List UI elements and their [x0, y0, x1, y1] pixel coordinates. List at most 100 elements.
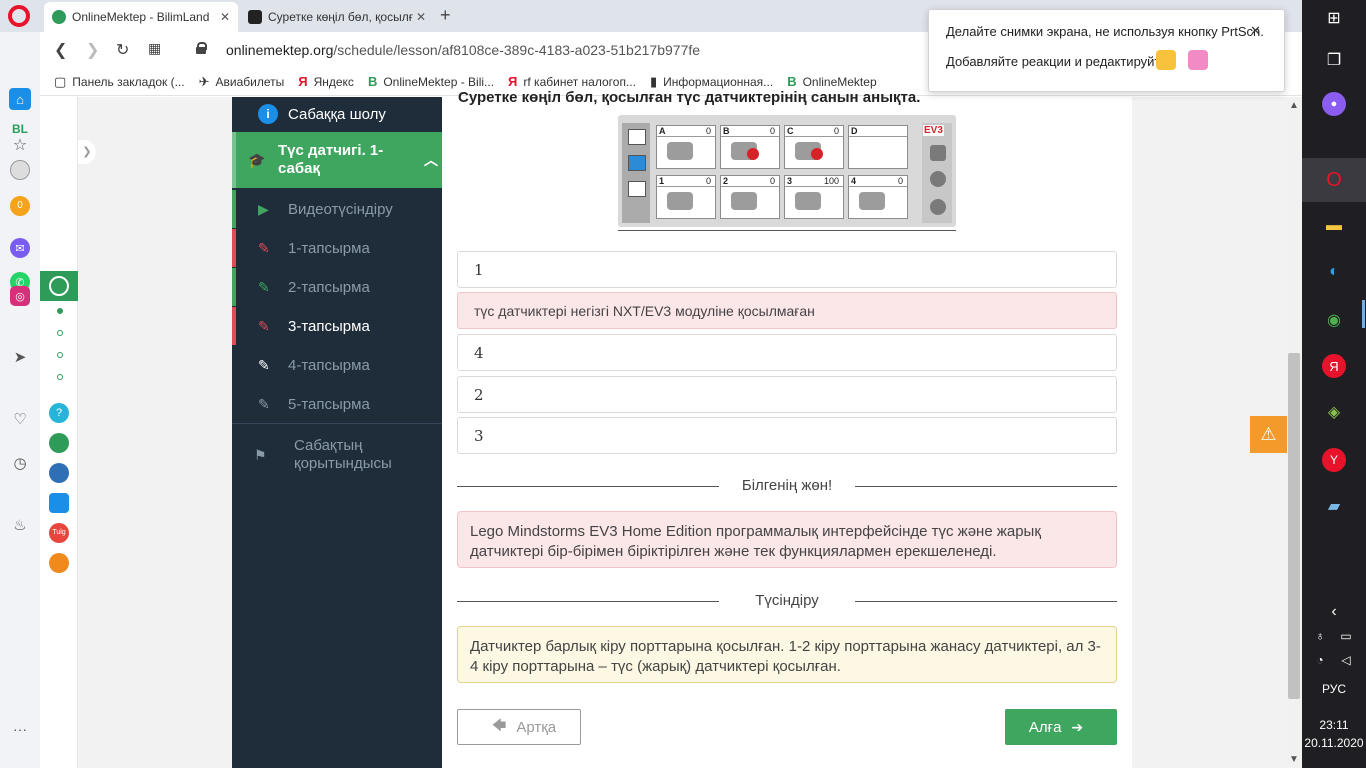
scroll-down-icon[interactable]: ▼	[1289, 754, 1299, 765]
back-arrow-icon[interactable]: ❮	[54, 40, 67, 60]
bookmark-aviabilety[interactable]: ✈ Авиабилеты	[199, 74, 285, 90]
notepad-icon[interactable]: ▰	[1322, 494, 1346, 518]
status-bar	[232, 229, 236, 267]
popup-close-icon[interactable]: ✕	[1250, 23, 1261, 39]
mic-icon[interactable]: ♁	[1310, 624, 1330, 648]
bookmark-onlinemektep-2[interactable]: B OnlineMektep	[787, 74, 876, 89]
bookmark-onlinemektep[interactable]: B OnlineMektep - Bili...	[368, 74, 494, 89]
nav-video[interactable]: ▶ Видеотүсіндіру	[232, 190, 442, 228]
nav-label: 2-тапсырма	[288, 278, 370, 296]
tulg-app-icon[interactable]: Tulg	[49, 523, 69, 543]
opera-icon[interactable]: O	[1322, 168, 1346, 192]
clock-time[interactable]: 23:11	[1302, 718, 1366, 732]
did-you-know-title: Білгенің жөн!	[741, 477, 833, 494]
task-view-icon[interactable]: ❐	[1322, 48, 1346, 72]
bilimland-app-icon[interactable]	[49, 276, 69, 296]
tab-question[interactable]: Суретке көңіл бөл, қосылғ ✕	[240, 2, 434, 32]
bookmark-info[interactable]: ▮ Информационная...	[650, 74, 773, 90]
new-tab-button[interactable]: +	[440, 5, 451, 26]
notification-badge[interactable]: 0	[10, 196, 30, 216]
yandex-browser-icon[interactable]: Я	[1322, 354, 1346, 378]
bluestacks-icon[interactable]: ◈	[1322, 400, 1346, 424]
avatar[interactable]	[10, 160, 30, 180]
port-label: A	[659, 126, 666, 136]
more-icon[interactable]: ···	[9, 718, 31, 740]
heart-icon[interactable]: ♡	[9, 408, 31, 430]
bookmark-folder[interactable]: ▢ Панель закладок (...	[54, 74, 185, 90]
bookmark-nalog[interactable]: Яrf кабинет налогоп...	[508, 74, 636, 89]
scroll-up-icon[interactable]: ▲	[1289, 100, 1299, 111]
nav-task-3[interactable]: ✎ 3-тапсырма	[232, 307, 442, 345]
nav-overview[interactable]: i Сабаққа шолу	[232, 97, 442, 131]
messenger-icon[interactable]: ✉	[10, 238, 30, 258]
info-icon: i	[258, 104, 278, 124]
answer-option[interactable]: 2	[457, 376, 1117, 413]
star-icon[interactable]: ☆	[9, 134, 31, 156]
nav-task-1[interactable]: ✎ 1-тапсырма	[232, 229, 442, 267]
volume-icon[interactable]: ◁	[1336, 648, 1356, 672]
port-label: D	[851, 126, 858, 136]
active-app-highlight	[40, 271, 78, 301]
page-dot[interactable]	[57, 374, 63, 380]
nav-task-4[interactable]: ✎ 4-тапсырма	[232, 346, 442, 384]
bulb-icon[interactable]: ♨	[9, 514, 31, 536]
lesson-navigation: i Сабаққа шолу 🎓 Түс датчигі. 1-сабақ ︿ …	[232, 97, 442, 768]
nav-conclusion[interactable]: ⚑ Сабақтың қорытындысы	[232, 427, 442, 483]
bookmark-yandex[interactable]: Я Яндекс	[298, 74, 354, 89]
bilimland-app-icon[interactable]	[49, 433, 69, 453]
help-app-icon[interactable]: ?	[49, 403, 69, 423]
calendar-app-icon[interactable]	[49, 493, 69, 513]
chevron-up-icon[interactable]: ︿	[424, 150, 438, 170]
answer-option[interactable]: 3	[457, 417, 1117, 454]
url-field[interactable]: onlinemektep.org/schedule/lesson/af8108c…	[226, 42, 700, 58]
arrow-right-icon: ➔	[1071, 718, 1084, 735]
color-sensor-icon	[795, 192, 821, 210]
tab-close-icon[interactable]: ✕	[220, 10, 230, 24]
nav-task-5[interactable]: ✎ 5-тапсырма	[232, 385, 442, 423]
bilimland-app-icon[interactable]	[49, 463, 69, 483]
nav-label: 3-тапсырма	[288, 317, 370, 335]
app-icon[interactable]: ●	[1322, 92, 1346, 116]
home-icon[interactable]: ⌂	[9, 88, 31, 110]
tab-onlinemektep[interactable]: OnlineMektep - BilimLand ✕	[44, 2, 238, 32]
lock-icon[interactable]	[196, 42, 207, 54]
bookmark-label: rf кабинет налогоп...	[523, 74, 636, 89]
forward-arrow-icon[interactable]: ❯	[86, 40, 99, 60]
port-label: 3	[787, 176, 793, 186]
bookmark-label: Информационная...	[663, 74, 774, 89]
opera-logo-icon[interactable]	[8, 5, 30, 27]
page-dot[interactable]	[57, 308, 63, 314]
port-view-icon	[628, 155, 646, 171]
instagram-icon[interactable]: ◎	[10, 286, 30, 306]
yandex-icon[interactable]: Y	[1322, 448, 1346, 472]
chrome-icon[interactable]: ◉	[1322, 308, 1346, 332]
sun-app-icon[interactable]	[49, 553, 69, 573]
tab-close-icon[interactable]: ✕	[416, 10, 426, 24]
windows-start-icon[interactable]: ⊞	[1322, 6, 1346, 30]
clock-date[interactable]: 20.11.2020	[1302, 736, 1366, 750]
back-button[interactable]: 🡄 Артқа	[457, 709, 581, 745]
page-dot[interactable]	[57, 352, 63, 358]
reload-icon[interactable]: ↻	[116, 40, 129, 60]
answer-option[interactable]: 4	[457, 334, 1117, 371]
nav-task-2[interactable]: ✎ 2-тапсырма	[232, 268, 442, 306]
send-icon[interactable]: ➤	[9, 346, 31, 368]
answer-option[interactable]: 1	[457, 251, 1117, 288]
next-label: Алға	[1028, 718, 1062, 736]
file-explorer-icon[interactable]: ▬	[1322, 214, 1346, 238]
scroll-thumb[interactable]	[1288, 353, 1300, 699]
chevron-left-icon[interactable]: ‹	[1322, 600, 1346, 624]
clock-icon[interactable]: ◷	[9, 452, 31, 474]
port-strip	[721, 186, 779, 187]
battery-icon[interactable]: ▭	[1336, 624, 1356, 648]
language-indicator[interactable]: РУС	[1302, 682, 1366, 696]
report-warning-button[interactable]: ⚠	[1250, 416, 1287, 453]
next-button[interactable]: Алға ➔	[1005, 709, 1117, 745]
edge-icon[interactable]: ◐	[1322, 260, 1346, 284]
page-scrollbar[interactable]: ▲ ▼	[1286, 97, 1302, 768]
answer-option-wrong[interactable]: түс датчиктері негізгі NXT/EV3 модуліне …	[457, 292, 1117, 329]
nav-current-lesson[interactable]: 🎓 Түс датчигі. 1-сабақ ︿	[232, 132, 442, 188]
speed-dial-icon[interactable]: ▦	[148, 40, 161, 57]
page-dot[interactable]	[57, 330, 63, 336]
wifi-icon[interactable]: ◔	[1310, 648, 1330, 672]
